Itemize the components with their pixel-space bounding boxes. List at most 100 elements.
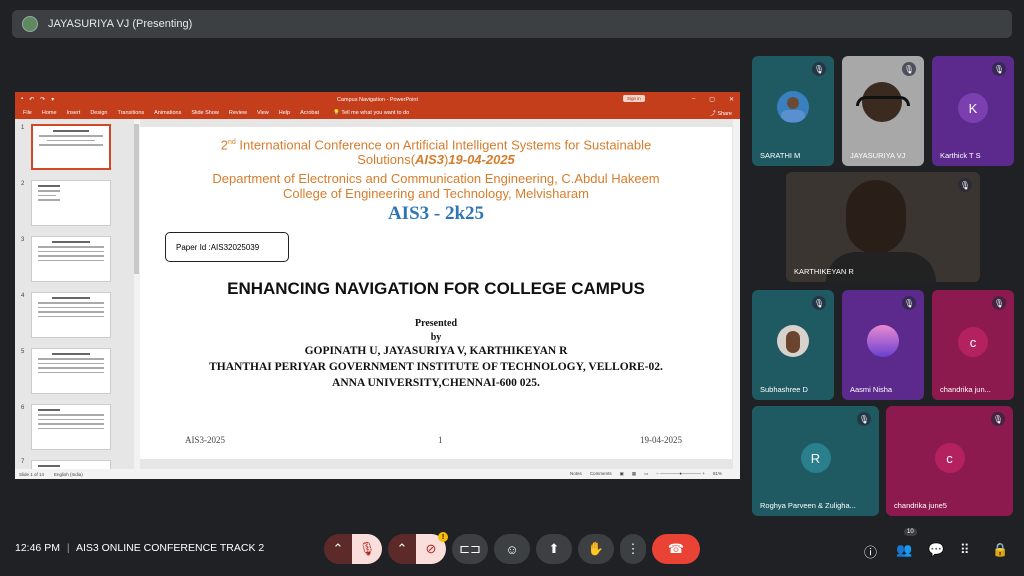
slide-thumbnail [31, 404, 111, 450]
slide-thumbnail [31, 124, 111, 170]
participant-tile-karthikeyan[interactable]: 🎙 KARTHIKEYAN R [786, 172, 980, 282]
slide-scrollbar [733, 119, 740, 469]
raise-hand-button[interactable]: ✋ [578, 534, 614, 564]
avatar [867, 325, 899, 357]
footer-date: 19-04-2025 [640, 435, 682, 445]
end-call-button[interactable]: ☎ [652, 534, 700, 564]
view-sorter-icon: ▦ [631, 471, 637, 476]
participant-name: chandrika june5 [894, 501, 947, 510]
meeting-name: AIS3 ONLINE CONFERENCE TRACK 2 [75, 542, 265, 554]
participant-name: Karthick T S [940, 151, 981, 160]
mic-off-icon: 🎙 [992, 296, 1006, 310]
chat-icon: 💬 [928, 542, 945, 557]
status-comments: Comments [589, 471, 612, 476]
institute: THANTHAI PERIYAR GOVERNMENT INSTITUTE OF… [209, 361, 663, 373]
info-button[interactable]: ⓘ [864, 542, 877, 561]
emoji-button[interactable]: ☺ [494, 534, 530, 564]
headphones-shape [856, 96, 910, 106]
mic-toggle-button[interactable]: 🎙 [352, 534, 382, 564]
slide-canvas: 2nd International Conference on Artifici… [140, 127, 732, 459]
mic-off-icon: 🎙 [358, 541, 376, 556]
dept-line2: College of Engineering and Technology, M… [283, 186, 589, 201]
conf-ordinal: 2 [220, 137, 228, 153]
video-options-button[interactable]: ⌃ [388, 534, 416, 564]
view-normal-icon: ▣ [619, 471, 624, 476]
chat-button[interactable]: 💬 [928, 542, 944, 558]
mic-off-icon: 🎙 [857, 412, 871, 426]
end-call-icon: ☎ [667, 541, 685, 556]
status-notes: Notes [570, 471, 582, 476]
close-icon: ✕ [728, 97, 734, 103]
thumb-number: 1 [21, 125, 25, 131]
status-language: English (India) [54, 471, 83, 477]
avatar: c [934, 443, 965, 473]
thumb-number: 3 [21, 237, 25, 243]
captions-button[interactable]: ⊏⊐ [452, 534, 488, 564]
thumb-number: 4 [21, 293, 25, 299]
dept-line1: Department of Electronics and Communicat… [212, 171, 660, 186]
zoom-slider: – ──────●────── + [656, 471, 705, 476]
participant-tile-chandrika-june5[interactable]: 🎙 c chandrika june5 [886, 406, 1013, 516]
paper-id-box: Paper Id :AIS32025039 [165, 232, 289, 262]
activities-button[interactable]: ⠿ [960, 542, 970, 558]
participant-name: Roghya Parveen & Zuligha... [760, 501, 856, 510]
conf-acronym: AIS3 [415, 152, 444, 168]
present-button[interactable]: ⬆ [536, 534, 572, 564]
slide-thumbnail [31, 292, 111, 338]
ppt-menu-acrobat: Acrobat [300, 110, 320, 116]
ppt-menu-animations: Animations [154, 110, 182, 116]
host-controls-button[interactable]: 🔒 [992, 542, 1008, 558]
authors: GOPINATH U, JAYASURIYA V, KARTHIKEYAN R [304, 345, 568, 357]
avatar: R [800, 443, 831, 473]
thumb-number: 5 [21, 349, 25, 355]
participant-tile-roghya[interactable]: 🎙 R Roghya Parveen & Zuligha... [752, 406, 879, 516]
presenter-label: JAYASURIYA VJ (Presenting) [48, 18, 193, 30]
ppt-ribbon-tabs: File Home Insert Design Transitions Anim… [15, 107, 740, 119]
avatar: c [958, 327, 988, 357]
participant-name: SARATHI M [760, 151, 801, 160]
info-icon: ⓘ [864, 545, 878, 560]
share-icon: ⤴ [710, 111, 716, 117]
participant-tile-subhashree[interactable]: 🎙 Subhashree D [752, 290, 834, 400]
people-button[interactable]: 👥 [896, 542, 912, 558]
people-icon: 👥 [896, 542, 913, 557]
ppt-menu-transitions: Transitions [117, 110, 145, 116]
conf-line1: International Conference on Artificial I… [235, 137, 652, 153]
camera-off-icon: ⊘ [425, 541, 437, 556]
more-options-button[interactable]: ⋮ [620, 534, 646, 564]
ppt-menu-slideshow: Slide Show [191, 110, 219, 116]
mic-off-icon: 🎙 [812, 62, 826, 76]
participant-tile-karthick[interactable]: 🎙 K Karthick T S [932, 56, 1014, 166]
slide-thumbnail [31, 236, 111, 282]
meeting-control-bar: 12:46 PM | AIS3 ONLINE CONFERENCE TRACK … [0, 528, 1024, 568]
conf-ordinal-sup: nd [227, 139, 236, 146]
status-slide: Slide 1 of 14 [19, 471, 45, 477]
ppt-menu-home: Home [41, 110, 57, 116]
maximize-icon: ▢ [709, 97, 715, 103]
avatar [777, 91, 809, 123]
participant-name: JAYASURIYA VJ [850, 151, 906, 160]
participant-tile-jayasuriya[interactable]: 🎙 JAYASURIYA VJ [842, 56, 924, 166]
chevron-up-icon: ⌃ [396, 541, 408, 556]
thumb-number: 2 [21, 181, 25, 187]
more-options-icon: ⋮ [626, 541, 640, 556]
ppt-menu-design: Design [90, 110, 108, 116]
ppt-menu-insert: Insert [66, 110, 81, 116]
slide-thumbnail [31, 348, 111, 394]
share-label: Share [717, 111, 732, 117]
audio-options-button[interactable]: ⌃ [324, 534, 352, 564]
ppt-titlebar: ▪ ↶ ↷ ▾ Campus Navigation - PowerPoint Sign… [15, 92, 740, 107]
participant-tile-chandrika[interactable]: 🎙 c chandrika jun... [932, 290, 1014, 400]
presenter-avatar [22, 16, 38, 32]
mic-off-icon: 🎙 [991, 412, 1005, 426]
host-controls-icon: 🔒 [992, 542, 1009, 557]
conference-title: 2nd International Conference on Artifici… [140, 135, 732, 167]
participant-tile-aasmi[interactable]: 🎙 Aasmi Nisha [842, 290, 924, 400]
university: ANNA UNIVERSITY,CHENNAI-600 025. [332, 377, 540, 389]
conf-date: 19-04-2025 [448, 152, 515, 168]
tell-me-label: Tell me what you want to do [341, 110, 410, 116]
participant-tile-sarathi[interactable]: 🎙 SARATHI M [752, 56, 834, 166]
participant-name: Subhashree D [760, 385, 808, 394]
slide-thumbnail [31, 180, 111, 226]
thumb-number: 7 [21, 459, 25, 465]
